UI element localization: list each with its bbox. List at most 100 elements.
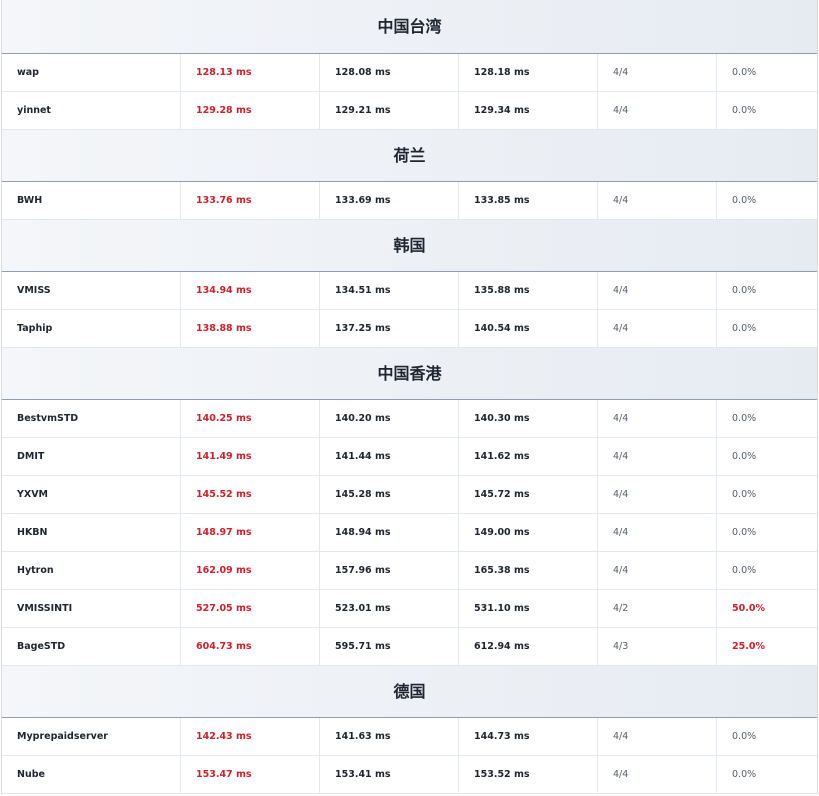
avg-latency: 129.28 ms [181,92,320,129]
packets-received: 4/4 [598,756,717,793]
node-name: Nube [2,756,181,793]
avg-latency: 140.25 ms [181,400,320,437]
table-row: YXVM 145.52 ms 145.28 ms 145.72 ms 4/4 0… [2,476,817,514]
avg-latency: 141.49 ms [181,438,320,475]
table-row: yinnet 129.28 ms 129.21 ms 129.34 ms 4/4… [2,92,817,130]
table-row: wap 128.13 ms 128.08 ms 128.18 ms 4/4 0.… [2,54,817,92]
region-title: 荷兰 [393,146,426,165]
region-header: 荷兰 [2,130,817,182]
region-title: 德国 [393,682,426,701]
min-latency: 157.96 ms [320,552,459,589]
avg-latency: 138.88 ms [181,310,320,347]
region-title: 中国台湾 [377,17,442,36]
table-row: Myprepaidserver 142.43 ms 141.63 ms 144.… [2,718,817,756]
max-latency: 145.72 ms [459,476,598,513]
max-latency: 141.62 ms [459,438,598,475]
table-row: VMISSINTI 527.05 ms 523.01 ms 531.10 ms … [2,590,817,628]
max-latency: 140.54 ms [459,310,598,347]
min-latency: 140.20 ms [320,400,459,437]
min-latency: 134.51 ms [320,272,459,309]
node-name: yinnet [2,92,181,129]
table-row: BageSTD 604.73 ms 595.71 ms 612.94 ms 4/… [2,628,817,666]
node-name: Hytron [2,552,181,589]
table-row: BestvmSTD 140.25 ms 140.20 ms 140.30 ms … [2,400,817,438]
packet-loss: 0.0% [732,731,757,742]
max-latency: 129.34 ms [459,92,598,129]
avg-latency: 162.09 ms [181,552,320,589]
packet-loss: 0.0% [732,769,757,780]
table-row: DMIT 141.49 ms 141.44 ms 141.62 ms 4/4 0… [2,438,817,476]
packets-received: 4/4 [598,400,717,437]
packet-loss: 0.0% [732,413,757,424]
region-title: 中国香港 [377,364,442,383]
packet-loss: 0.0% [732,67,757,78]
node-name: YXVM [2,476,181,513]
max-latency: 165.38 ms [459,552,598,589]
packet-loss: 0.0% [732,489,757,500]
avg-latency: 148.97 ms [181,514,320,551]
min-latency: 141.63 ms [320,718,459,755]
avg-latency: 145.52 ms [181,476,320,513]
packet-loss: 0.0% [732,105,757,116]
node-name: HKBN [2,514,181,551]
node-name: Myprepaidserver [2,718,181,755]
region-header: 韩国 [2,220,817,272]
min-latency: 523.01 ms [320,590,459,627]
avg-latency: 153.47 ms [181,756,320,793]
packets-received: 4/4 [598,54,717,91]
max-latency: 133.85 ms [459,182,598,219]
packet-loss: 0.0% [732,285,757,296]
region-title: 韩国 [393,236,426,255]
max-latency: 140.30 ms [459,400,598,437]
packet-loss: 0.0% [732,527,757,538]
max-latency: 531.10 ms [459,590,598,627]
avg-latency: 128.13 ms [181,54,320,91]
min-latency: 141.44 ms [320,438,459,475]
packet-loss: 0.0% [732,195,757,206]
avg-latency: 527.05 ms [181,590,320,627]
table-row: VMISS 134.94 ms 134.51 ms 135.88 ms 4/4 … [2,272,817,310]
min-latency: 595.71 ms [320,628,459,665]
packets-received: 4/4 [598,92,717,129]
node-name: VMISS [2,272,181,309]
packet-loss: 0.0% [732,451,757,462]
max-latency: 128.18 ms [459,54,598,91]
packets-received: 4/4 [598,438,717,475]
packet-loss: 0.0% [732,323,757,334]
min-latency: 137.25 ms [320,310,459,347]
node-name: BestvmSTD [2,400,181,437]
table-row: Hytron 162.09 ms 157.96 ms 165.38 ms 4/4… [2,552,817,590]
avg-latency: 604.73 ms [181,628,320,665]
avg-latency: 142.43 ms [181,718,320,755]
node-name: BWH [2,182,181,219]
max-latency: 144.73 ms [459,718,598,755]
packets-received: 4/2 [598,590,717,627]
min-latency: 128.08 ms [320,54,459,91]
avg-latency: 133.76 ms [181,182,320,219]
max-latency: 153.52 ms [459,756,598,793]
avg-latency: 134.94 ms [181,272,320,309]
min-latency: 145.28 ms [320,476,459,513]
region-header: 德国 [2,666,817,718]
table-row: Nube 153.47 ms 153.41 ms 153.52 ms 4/4 0… [2,756,817,794]
node-name: Taphip [2,310,181,347]
packets-received: 4/3 [598,628,717,665]
table-row: Taphip 138.88 ms 137.25 ms 140.54 ms 4/4… [2,310,817,348]
packet-loss: 25.0% [732,641,765,652]
latency-table: 中国台湾 wap 128.13 ms 128.08 ms 128.18 ms 4… [1,0,818,794]
table-row: HKBN 148.97 ms 148.94 ms 149.00 ms 4/4 0… [2,514,817,552]
region-header: 中国台湾 [2,0,817,54]
max-latency: 612.94 ms [459,628,598,665]
packets-received: 4/4 [598,310,717,347]
min-latency: 153.41 ms [320,756,459,793]
max-latency: 135.88 ms [459,272,598,309]
packets-received: 4/4 [598,552,717,589]
table-row: BWH 133.76 ms 133.69 ms 133.85 ms 4/4 0.… [2,182,817,220]
packets-received: 4/4 [598,182,717,219]
node-name: VMISSINTI [2,590,181,627]
node-name: wap [2,54,181,91]
min-latency: 133.69 ms [320,182,459,219]
min-latency: 148.94 ms [320,514,459,551]
packet-loss: 0.0% [732,565,757,576]
region-header: 中国香港 [2,348,817,400]
